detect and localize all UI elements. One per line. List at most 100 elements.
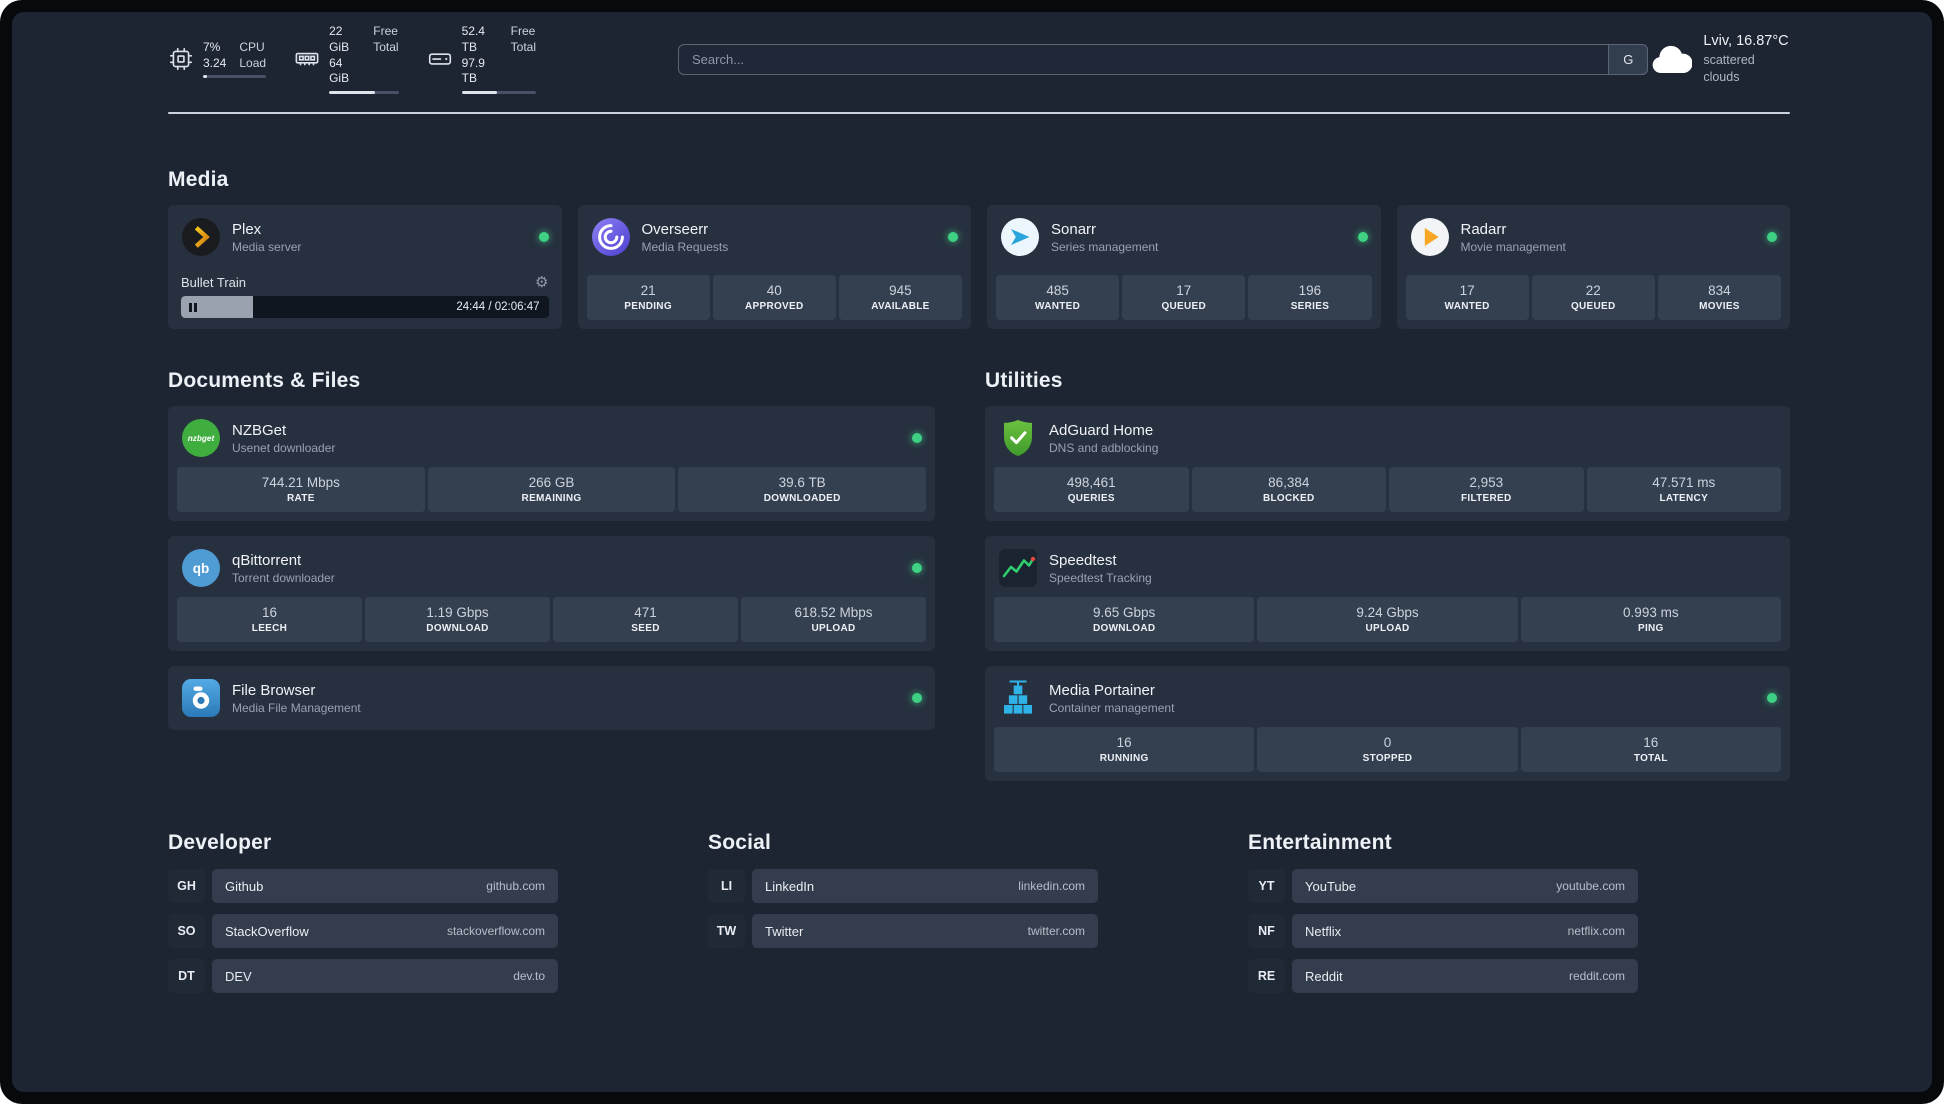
speedtest-card-header: Speedtest Speedtest Tracking [994,545,1781,597]
status-dot [1767,693,1777,703]
bookmark-body: Netflix netflix.com [1292,914,1638,948]
bookmark-domain: reddit.com [1568,969,1625,983]
developer-bookmark-rows: GH Github github.com SO StackOverflow st… [168,869,558,993]
svg-text:qb: qb [193,561,210,576]
section-title-documents: Documents & Files [168,369,361,392]
memory-label-2: Total [373,39,399,54]
service-description: Series management [1051,239,1159,254]
bookmark-reddit[interactable]: RE Reddit reddit.com [1248,959,1638,993]
stat-tile: 40 APPROVED [712,275,836,320]
middle-columns: Documents & Files nzbget NZBGet Usenet d… [168,369,1790,781]
speedtest-card[interactable]: Speedtest Speedtest Tracking 9.65 Gbps DO… [985,536,1790,651]
bookmark-body: YouTube youtube.com [1292,869,1638,903]
portainer-card[interactable]: Media Portainer Container management 16 R… [985,666,1790,781]
stat-value: 16 [1116,735,1132,750]
bookmark-netflix[interactable]: NF Netflix netflix.com [1248,914,1638,948]
stat-value: 945 [889,283,912,298]
service-description: Media server [232,239,302,254]
plex-now-playing: Bullet Train ⚙ 24:44 / 02:06:47 [177,275,553,320]
bookmark-stackoverflow[interactable]: SO StackOverflow stackoverflow.com [168,914,558,948]
bookmark-domain: linkedin.com [1018,879,1085,893]
playback-progress-bar: 24:44 / 02:06:47 [181,296,549,318]
stat-label: PING [1637,623,1664,634]
speedtest-text: Speedtest Speedtest Tracking [1049,552,1152,585]
weather-location: Lviv, 16.87°C [1703,33,1789,50]
developer-bookmarks: Developer GH Github github.com SO StackO… [168,831,558,993]
stat-value: 21 [640,283,656,298]
stat-label: LATENCY [1659,493,1709,504]
gear-icon[interactable]: ⚙ [535,275,548,290]
stat-tile: 1.19 Gbps DOWNLOAD [365,597,550,642]
stat-tile: 471 SEED [553,597,738,642]
service-name: Radarr [1460,220,1507,238]
service-description: Torrent downloader [232,570,335,585]
plex-card[interactable]: Plex Media server Bullet Train ⚙ 24:44 /… [168,205,562,329]
bookmark-github[interactable]: GH Github github.com [168,869,558,903]
stat-tile: 0.993 ms PING [1520,597,1781,642]
section-title-media: Media [168,168,229,191]
stat-label: FILTERED [1460,493,1512,504]
stat-tile: 47.571 ms LATENCY [1586,467,1781,512]
qbittorrent-text: qBittorrent Torrent downloader [232,552,335,585]
radarr-icon [1410,217,1450,257]
overseerr-card[interactable]: Overseerr Media Requests 21 PENDING 40 APP… [577,205,971,329]
stat-tile: 2,953 FILTERED [1389,467,1584,512]
cpu-values: 7% 3.24 [203,40,226,72]
sonarr-card[interactable]: Sonarr Series management 485 WANTED 17 QUE… [987,205,1381,329]
bookmark-youtube[interactable]: YT YouTube youtube.com [1248,869,1638,903]
status-dot [538,232,549,242]
stat-label: QUEUED [1570,301,1616,312]
weather-text: Lviv, 16.87°C scattered clouds [1703,32,1790,85]
bookmark-abbr: LI [708,869,745,903]
search-box: G [678,43,1649,75]
stat-tile: 9.24 Gbps UPLOAD [1257,597,1518,642]
service-name: AdGuard Home [1049,421,1154,439]
stat-label: REMAINING [521,493,582,504]
weather-condition: scattered clouds [1703,52,1755,84]
adguard-card[interactable]: AdGuard Home DNS and adblocking 498,461 Q… [985,406,1790,521]
radarr-stats: 17 WANTED 22 QUEUED 834 MOVIES [1405,275,1782,320]
bookmark-abbr: GH [168,869,205,903]
search-input[interactable] [678,43,1649,75]
service-name: NZBGet [232,421,287,439]
disk-widget: 52.4 TB 97.9 TB Free Total [427,24,537,95]
filebrowser-card[interactable]: File Browser Media File Management [168,666,935,730]
radarr-card[interactable]: Radarr Movie management 17 WANTED 22 QUEUE… [1396,205,1790,329]
bookmark-dev[interactable]: DT DEV dev.to [168,959,558,993]
system-stats-group: 7% 3.24 CPU Load 22 GiB 64 GiB Free Tota… [168,24,537,95]
search-provider-button[interactable]: G [1608,43,1649,75]
bookmark-linkedin[interactable]: LI LinkedIn linkedin.com [708,869,1098,903]
stat-label: UPLOAD [811,623,856,634]
stat-value: 498,461 [1066,475,1116,490]
playback-time: 24:44 / 02:06:47 [456,301,540,313]
stat-value: 16 [261,605,278,620]
memory-values: 22 GiB 64 GiB [329,24,360,87]
qbittorrent-card-header: qb qBittorrent Torrent downloader [177,545,926,597]
service-name: Media Portainer [1049,681,1155,699]
cpu-widget-body: 7% 3.24 CPU Load [203,40,267,79]
memory-free-value: 22 GiB [329,23,350,54]
stat-value: 196 [1298,283,1322,298]
speedtest-chart-icon [998,548,1038,588]
bookmark-twitter[interactable]: TW Twitter twitter.com [708,914,1098,948]
stat-label: AVAILABLE [871,301,930,312]
cpu-label-1: CPU [239,39,265,54]
qbittorrent-card[interactable]: qb qBittorrent Torrent downloader 16 LEEC… [168,536,935,651]
plex-icon [181,217,221,257]
stat-label: PENDING [624,301,672,312]
memory-widget: 22 GiB 64 GiB Free Total [294,24,399,95]
cpu-chip-icon [168,46,194,72]
memory-widget-body: 22 GiB 64 GiB Free Total [329,24,399,95]
entertainment-bookmark-rows: YT YouTube youtube.com NF Netflix netfli… [1248,869,1638,993]
section-title-utilities: Utilities [985,369,1063,392]
service-name: Overseerr [641,220,709,238]
stat-label: WANTED [1444,301,1490,312]
section-title-developer: Developer [168,831,272,854]
stat-value: 9.24 Gbps [1356,605,1419,620]
nzbget-card[interactable]: nzbget NZBGet Usenet downloader 744.21 M… [168,406,935,521]
stat-label: SEED [631,623,660,634]
svg-text:nzbget: nzbget [188,434,215,443]
cpu-labels: CPU Load [239,40,266,72]
stat-value: 17 [1459,283,1475,298]
stat-label: DOWNLOADED [763,493,841,504]
